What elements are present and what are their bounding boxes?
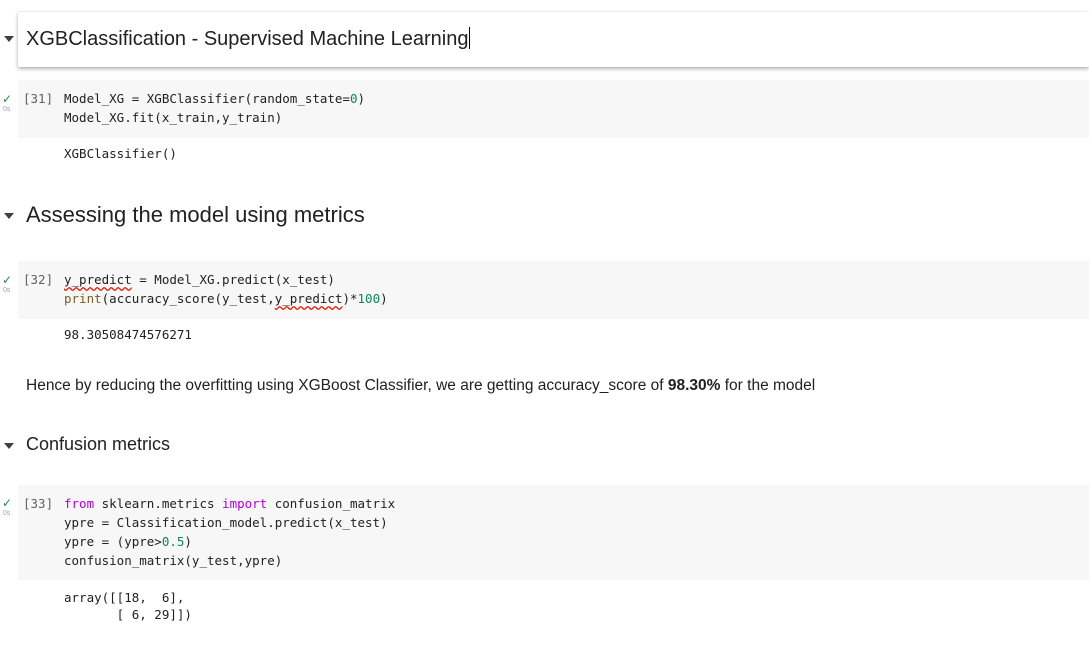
- run-time-label: 0s: [3, 510, 11, 517]
- chevron-down-icon[interactable]: [4, 36, 14, 42]
- code-line: ypre = (ypre>0.5): [64, 534, 192, 549]
- section-title-confusion: Confusion metrics: [26, 434, 171, 454]
- code-line: print(accuracy_score(y_test,y_predict)*1…: [64, 291, 388, 306]
- check-icon: ✓: [2, 273, 13, 287]
- code-line: Model_XG = XGBClassifier(random_state=0): [64, 91, 366, 106]
- run-time-label: 0s: [3, 287, 11, 294]
- code-line: y_predict = Model_XG.predict(x_test): [64, 272, 335, 287]
- section-title-xgb[interactable]: XGBClassification - Supervised Machine L…: [26, 27, 471, 51]
- code-line: Model_XG.fit(x_train,y_train): [64, 110, 283, 125]
- chevron-down-icon[interactable]: [4, 443, 14, 449]
- code-line: confusion_matrix(y_test,ypre): [64, 553, 283, 568]
- code-line: from sklearn.metrics import confusion_ma…: [64, 496, 396, 511]
- execution-count[interactable]: [31]: [23, 91, 53, 106]
- chevron-down-icon[interactable]: [4, 213, 14, 219]
- execution-count[interactable]: [33]: [23, 496, 53, 511]
- section-title-metrics: Assessing the model using metrics: [26, 202, 365, 227]
- run-time-label: 0s: [3, 106, 11, 113]
- execution-count[interactable]: [32]: [23, 272, 53, 287]
- check-icon: ✓: [2, 496, 13, 510]
- cell-output: XGBClassifier(): [64, 146, 177, 161]
- cell-output: 98.30508474576271: [64, 327, 192, 342]
- check-icon: ✓: [2, 92, 13, 106]
- text-cursor: [469, 27, 471, 49]
- code-line: ypre = Classification_model.predict(x_te…: [64, 515, 388, 530]
- cell-output: [ 6, 29]]): [64, 607, 192, 622]
- text-cell-summary: Hence by reducing the overfitting using …: [26, 377, 816, 394]
